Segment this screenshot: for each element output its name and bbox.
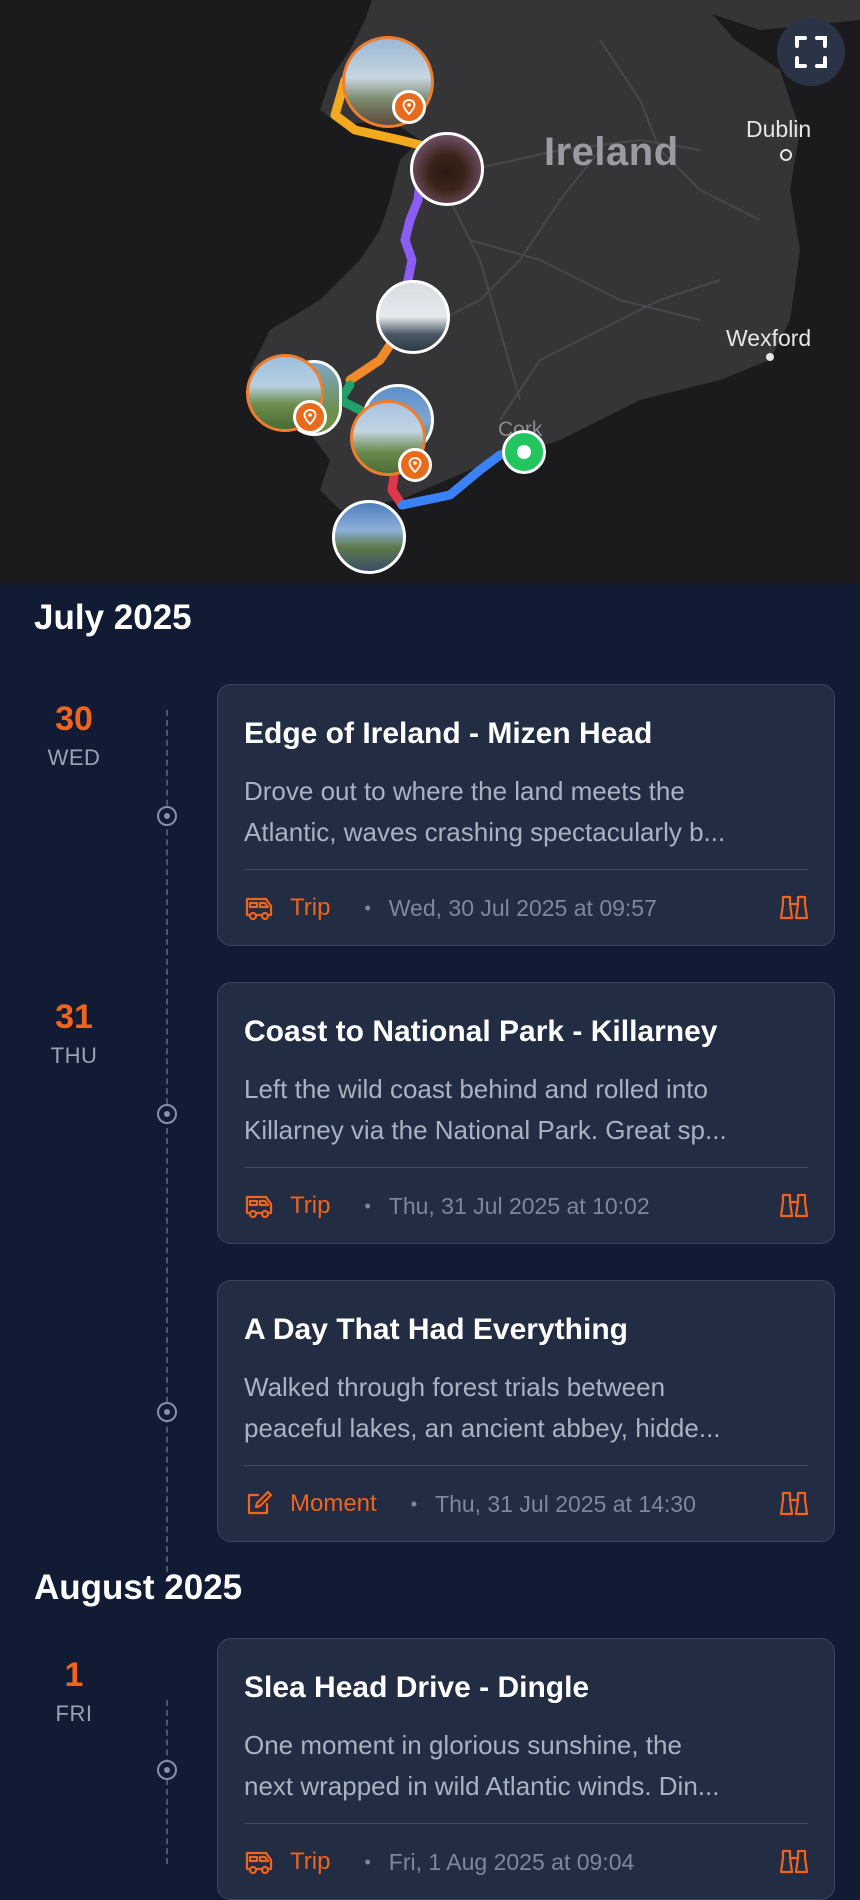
separator-dot: • xyxy=(364,1195,371,1216)
trip-map[interactable]: Ireland Dublin Wexford Cork xyxy=(0,0,860,584)
description-line: Left the wild coast behind and rolled in… xyxy=(244,1074,708,1104)
entry-meta: Trip • Wed, 30 Jul 2025 at 09:57 xyxy=(244,885,810,931)
location-pin-icon xyxy=(293,400,327,434)
description-line: Killarney via the National Park. Great s… xyxy=(244,1115,727,1145)
expand-icon xyxy=(795,36,827,68)
day-label: 30 WED xyxy=(34,700,114,771)
entry-meta: Trip • Thu, 31 Jul 2025 at 10:02 xyxy=(244,1183,810,1229)
entry-description: Left the wild coast behind and rolled in… xyxy=(244,1069,814,1151)
timeline-rail xyxy=(166,710,168,1572)
day-number: 31 xyxy=(55,998,93,1036)
entry-kind: Trip xyxy=(290,894,331,921)
description-line: next wrapped in wild Atlantic winds. Din… xyxy=(244,1771,720,1801)
separator-dot: • xyxy=(364,897,371,918)
divider xyxy=(244,1465,808,1466)
description-line: peaceful lakes, an ancient abbey, hidde.… xyxy=(244,1413,721,1443)
day-label: 31 THU xyxy=(34,998,114,1069)
entry-kind: Moment xyxy=(290,1490,377,1517)
entry-kind: Trip xyxy=(290,1848,331,1875)
separator-dot: • xyxy=(410,1493,418,1514)
entry-title: Edge of Ireland - Mizen Head xyxy=(244,717,653,750)
divider xyxy=(244,869,808,870)
entry-title: Slea Head Drive - Dingle xyxy=(244,1671,590,1704)
photo-pin-2[interactable] xyxy=(410,132,484,206)
description-line: Drove out to where the land meets the xyxy=(244,776,685,806)
binoculars-icon[interactable] xyxy=(778,1489,810,1519)
entry-kind: Trip xyxy=(290,1192,331,1219)
timeline-entry-card[interactable]: Coast to National Park - Killarney Left … xyxy=(217,982,835,1244)
timeline-node xyxy=(157,806,177,826)
entry-timestamp: Fri, 1 Aug 2025 at 09:04 xyxy=(388,1848,635,1875)
month-header: August 2025 xyxy=(34,1568,243,1607)
day-of-week: THU xyxy=(50,1043,98,1068)
entry-title: Coast to National Park - Killarney xyxy=(244,1015,718,1048)
separator-dot: • xyxy=(364,1851,371,1872)
timeline-rail xyxy=(166,1700,168,1864)
description-line: Walked through forest trials between xyxy=(244,1372,666,1402)
description-line: One moment in glorious sunshine, the xyxy=(244,1730,682,1760)
timeline-entry-card[interactable]: Slea Head Drive - Dingle One moment in g… xyxy=(217,1638,835,1900)
start-marker[interactable] xyxy=(502,430,546,474)
location-pin-icon xyxy=(398,448,432,482)
timeline-node xyxy=(157,1104,177,1124)
entry-title: A Day That Had Everything xyxy=(244,1313,628,1346)
binoculars-icon[interactable] xyxy=(778,1847,810,1877)
description-line: Atlantic, waves crashing spectacularly b… xyxy=(244,817,726,847)
entry-description: Drove out to where the land meets the At… xyxy=(244,771,814,853)
entry-timestamp: Wed, 30 Jul 2025 at 09:57 xyxy=(388,894,657,921)
map-label-dublin: Dublin xyxy=(746,116,812,142)
entry-meta: Moment • Thu, 31 Jul 2025 at 14:30 xyxy=(244,1481,810,1527)
entry-description: One moment in glorious sunshine, the nex… xyxy=(244,1725,814,1807)
entry-timestamp: Thu, 31 Jul 2025 at 14:30 xyxy=(435,1490,696,1517)
entry-meta: Trip • Fri, 1 Aug 2025 at 09:04 xyxy=(244,1839,810,1885)
dublin-marker xyxy=(780,149,792,161)
day-number: 1 xyxy=(64,1656,84,1694)
divider xyxy=(244,1167,808,1168)
entry-description: Walked through forest trials between pea… xyxy=(244,1367,814,1449)
divider xyxy=(244,1823,808,1824)
entry-timestamp: Thu, 31 Jul 2025 at 10:02 xyxy=(388,1192,650,1219)
binoculars-icon[interactable] xyxy=(778,1191,810,1221)
photo-pin-8[interactable] xyxy=(332,500,406,574)
timeline-entry-card[interactable]: Edge of Ireland - Mizen Head Drove out t… xyxy=(217,684,835,946)
fullscreen-button[interactable] xyxy=(777,18,845,86)
map-label-country: Ireland xyxy=(544,130,679,174)
day-label: 1 FRI xyxy=(34,1656,114,1727)
camper-van-icon xyxy=(244,893,274,923)
timeline-entry-card[interactable]: A Day That Had Everything Walked through… xyxy=(217,1280,835,1542)
location-pin-icon xyxy=(392,90,426,124)
day-number: 30 xyxy=(55,700,93,738)
camper-van-icon xyxy=(244,1847,274,1877)
edit-note-icon xyxy=(244,1489,274,1519)
day-of-week: WED xyxy=(47,745,101,770)
timeline-node xyxy=(157,1760,177,1780)
month-header: July 2025 xyxy=(34,598,192,637)
wexford-marker xyxy=(766,353,774,361)
photo-pin-3[interactable] xyxy=(376,280,450,354)
map-label-wexford: Wexford xyxy=(726,325,812,351)
day-of-week: FRI xyxy=(55,1701,93,1726)
timeline-node xyxy=(157,1402,177,1422)
camper-van-icon xyxy=(244,1191,274,1221)
binoculars-icon[interactable] xyxy=(778,893,810,923)
